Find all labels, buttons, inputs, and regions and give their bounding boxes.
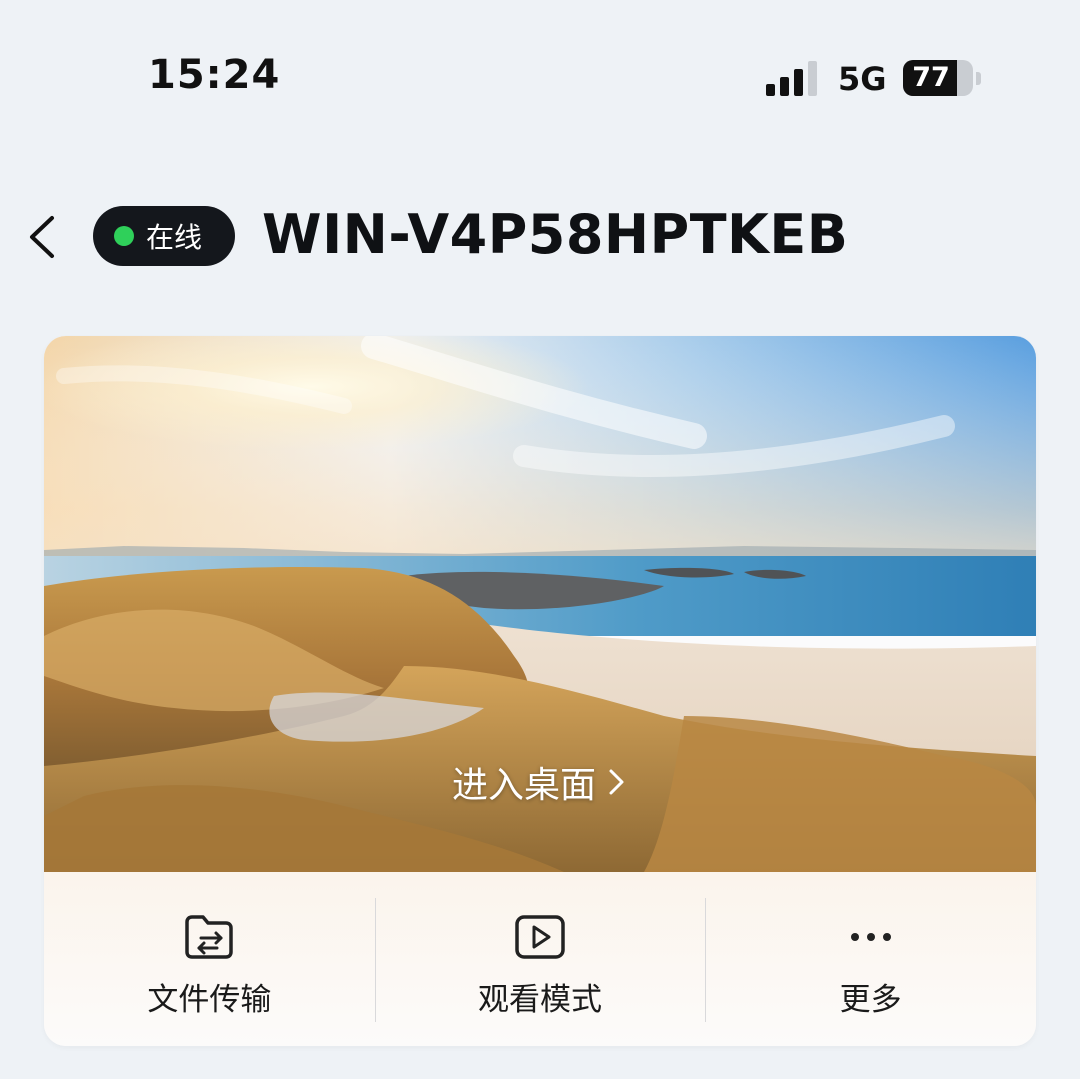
- chevron-left-icon[interactable]: [22, 210, 66, 264]
- watch-mode-label: 观看模式: [478, 982, 602, 1018]
- file-transfer-button[interactable]: 文件传输: [44, 872, 375, 1046]
- chevron-right-icon: [609, 769, 624, 795]
- battery-level: 77: [912, 62, 950, 93]
- enter-desktop-label: 进入桌面: [451, 765, 596, 806]
- status-time: 15:24: [148, 52, 281, 98]
- online-status-badge: 在线: [93, 206, 235, 266]
- action-bar: 文件传输 观看模式 更多: [44, 872, 1036, 1046]
- folder-transfer-icon: [185, 915, 234, 959]
- battery-tip: [976, 72, 981, 85]
- more-button[interactable]: 更多: [705, 872, 1036, 1046]
- battery-body: 77: [903, 60, 973, 96]
- online-status-label: 在线: [146, 221, 203, 254]
- signal-strength-icon: [766, 61, 817, 96]
- more-label: 更多: [839, 982, 902, 1018]
- enter-desktop-button[interactable]: 进入桌面: [44, 756, 1036, 808]
- device-card: 进入桌面 文件传输 观看模式 更多: [44, 336, 1036, 1046]
- device-name-title: WIN-V4P58HPTKEB: [262, 203, 849, 266]
- file-transfer-label: 文件传输: [147, 982, 272, 1018]
- network-type: 5G: [838, 60, 887, 98]
- more-dots-icon: [850, 933, 891, 941]
- watch-mode-button[interactable]: 观看模式: [374, 872, 706, 1046]
- status-bar: 15:24 5G 77: [0, 0, 1080, 160]
- online-dot-icon: [114, 226, 134, 246]
- play-icon: [515, 915, 565, 959]
- battery-indicator: 77: [903, 60, 981, 98]
